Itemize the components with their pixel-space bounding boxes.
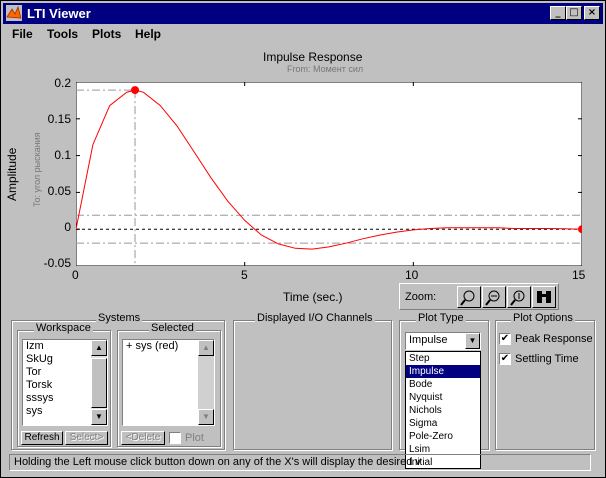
menu-help[interactable]: Help — [135, 27, 161, 41]
menu-tools[interactable]: Tools — [47, 27, 78, 41]
io-channels-label: Displayed I/O Channels — [255, 312, 375, 324]
zoom-x-button[interactable] — [482, 286, 506, 308]
binoculars-button[interactable] — [532, 286, 556, 308]
minimize-button[interactable]: _ — [550, 6, 566, 20]
plot-checkbox-label: Plot — [185, 432, 204, 444]
y-tick-label: 0.15 — [47, 112, 71, 126]
plot-type-select[interactable]: Impulse ▼ — [405, 332, 481, 350]
magnifier-x-icon — [485, 290, 500, 306]
close-button[interactable]: × — [584, 6, 600, 20]
settling-time-label: Settling Time — [515, 353, 579, 365]
plot-type-option[interactable]: Step — [406, 352, 480, 365]
plot-subtitle: From: Момент сил — [287, 64, 364, 74]
peak-response-label: Peak Response — [515, 333, 593, 345]
chevron-down-icon[interactable]: ▼ — [465, 333, 480, 349]
workspace-scrollbar[interactable]: ▲ ▼ — [91, 340, 107, 425]
scroll-down-icon[interactable]: ▼ — [198, 409, 214, 425]
refresh-button[interactable]: Refresh — [21, 431, 63, 445]
magnifier-icon — [460, 290, 475, 306]
plot-type-label: Plot Type — [416, 312, 466, 324]
menu-bar: File Tools Plots Help — [3, 24, 603, 44]
selected-list[interactable]: + sys (red) ▲ ▼ — [122, 339, 215, 426]
x-tick-label: 5 — [241, 268, 248, 282]
scroll-up-icon[interactable]: ▲ — [91, 340, 107, 356]
impulse-response-chart[interactable] — [76, 82, 582, 266]
x-axis-label: Time (sec.) — [283, 290, 343, 304]
plot-type-option[interactable]: Bode — [406, 378, 480, 391]
scroll-thumb[interactable] — [91, 358, 107, 408]
plot-type-value: Impulse — [409, 334, 448, 346]
magnifier-y-icon — [510, 290, 525, 306]
menu-plots[interactable]: Plots — [92, 27, 121, 41]
x-tick-label: 0 — [72, 268, 79, 282]
lti-viewer-window: LTI Viewer _ □ × File Tools Plots Help I… — [0, 0, 606, 478]
select-button[interactable]: Select> — [65, 431, 108, 445]
io-channels-panel — [233, 320, 392, 450]
binoculars-icon — [537, 291, 551, 303]
scroll-down-icon[interactable]: ▼ — [91, 409, 107, 425]
systems-label: Systems — [96, 312, 143, 324]
peak-response-marker[interactable] — [131, 86, 140, 95]
peak-response-checkbox[interactable]: ✔ — [499, 333, 511, 345]
status-bar: Holding the Left mouse click button down… — [9, 454, 591, 471]
x-tick-label: 10 — [405, 268, 419, 282]
zoom-toolbar: Zoom: — [399, 283, 559, 310]
plot-background — [76, 82, 582, 266]
zoom-y-button[interactable] — [507, 286, 531, 308]
zoom-in-button[interactable] — [457, 286, 481, 308]
y-tick-label: -0.05 — [43, 256, 71, 270]
maximize-button[interactable]: □ — [566, 6, 582, 20]
title-bar: LTI Viewer _ □ × — [3, 3, 603, 24]
matlab-logo-icon — [6, 5, 22, 21]
plot-title: Impulse Response — [263, 50, 363, 64]
plot-type-option[interactable]: Impulse — [406, 365, 480, 378]
window-title: LTI Viewer — [27, 6, 91, 21]
plot-checkbox[interactable] — [169, 432, 181, 444]
plot-options-label: Plot Options — [511, 312, 575, 324]
y-tick-label: 0.05 — [47, 184, 71, 198]
y-axis-label: Amplitude — [5, 147, 19, 201]
selected-label: Selected — [149, 322, 196, 334]
plot-type-option[interactable]: Pole-Zero — [406, 430, 480, 443]
plot-type-option[interactable]: Sigma — [406, 417, 480, 430]
selected-scrollbar[interactable]: ▲ ▼ — [198, 340, 214, 425]
delete-button[interactable]: <Delete — [121, 431, 165, 445]
menu-file[interactable]: File — [12, 27, 33, 41]
y-tick-label: 0.2 — [54, 76, 71, 90]
settling-time-checkbox[interactable]: ✔ — [499, 353, 511, 365]
zoom-label: Zoom: — [405, 291, 437, 303]
plot-type-options[interactable]: Step Impulse Bode Nyquist Nichols Sigma Pole-Z… — [405, 351, 481, 469]
workspace-list[interactable]: Izm SkUg Tor Torsk sssys sys ▲ ▼ — [22, 339, 108, 426]
y-tick-label: 0.1 — [54, 148, 71, 162]
plot-type-option[interactable]: Nyquist — [406, 391, 480, 404]
x-tick-label: 15 — [572, 268, 586, 282]
workspace-label: Workspace — [34, 322, 93, 334]
scroll-up-icon[interactable]: ▲ — [198, 340, 214, 356]
y-tick-label: 0 — [64, 220, 71, 234]
plot-type-option[interactable]: Nichols — [406, 404, 480, 417]
